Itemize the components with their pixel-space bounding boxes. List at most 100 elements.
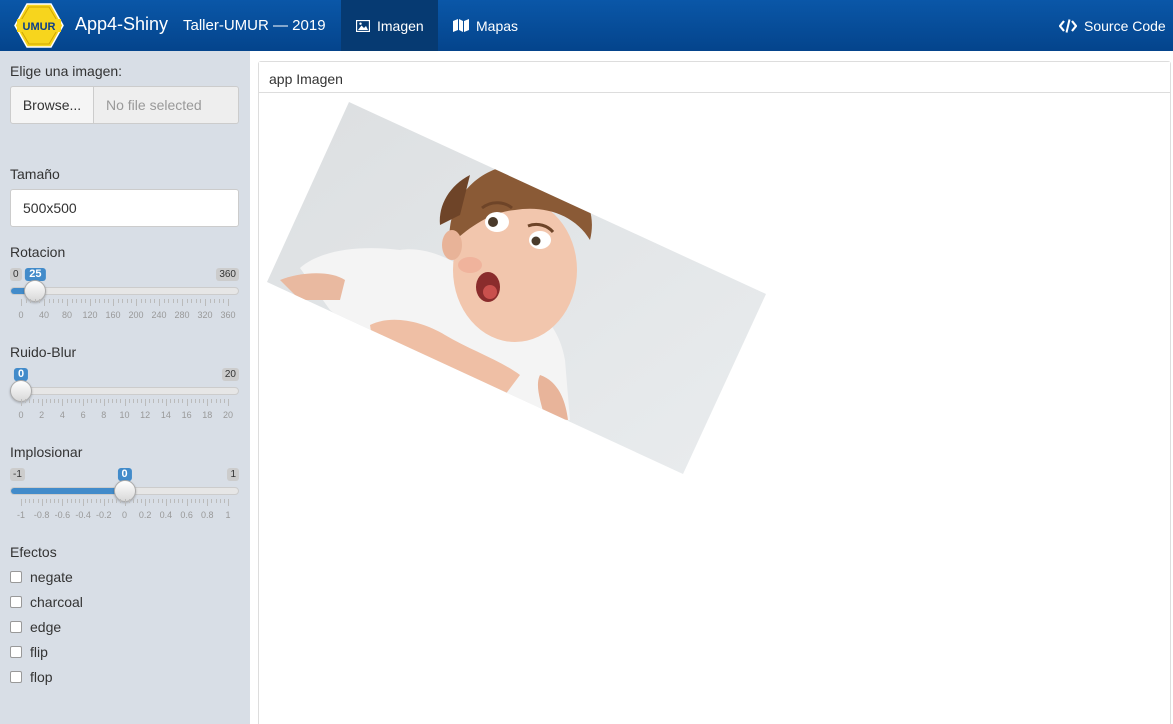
slider-minor-tick bbox=[85, 299, 87, 303]
slider-tick-label: -0.6 bbox=[54, 510, 71, 520]
umur-logo[interactable]: UMUR bbox=[14, 3, 64, 48]
file-name-field[interactable]: No file selected bbox=[94, 86, 239, 124]
slider-tick bbox=[136, 299, 137, 306]
slider-minor-tick bbox=[57, 299, 59, 303]
slider-grid: 0 40 80 120 160 200 240 280 320 360 bbox=[10, 299, 239, 320]
slider-tick bbox=[67, 299, 68, 306]
slider-minor-tick bbox=[215, 499, 217, 503]
slider-minor-tick bbox=[209, 299, 211, 303]
slider-minor-tick bbox=[168, 299, 170, 303]
slider-minor-tick bbox=[122, 299, 124, 303]
implode-slider[interactable]: -1 1 0 -1 -0.8 -0.6 -0.4 -0.2 0 0.2 0.4 0.6 0.8 1 bbox=[10, 468, 239, 528]
effect-label: negate bbox=[30, 569, 73, 585]
slider-minor-tick bbox=[112, 399, 114, 403]
app-title[interactable]: App4-Shiny bbox=[75, 14, 168, 35]
slider-tick bbox=[103, 399, 105, 406]
slider-grid: -1 -0.8 -0.6 -0.4 -0.2 0 0.2 0.4 0.6 0.8 1 bbox=[10, 499, 239, 520]
slider-minor-tick bbox=[200, 299, 202, 303]
app-subtitle: Taller-UMUR — 2019 bbox=[183, 17, 326, 34]
slider-minor-tick bbox=[120, 499, 122, 503]
size-label: Tamaño bbox=[10, 166, 60, 182]
effects-label: Efectos bbox=[10, 544, 57, 560]
slider-minor-tick bbox=[87, 499, 89, 503]
slider-minor-tick bbox=[94, 299, 96, 303]
flop-checkbox[interactable] bbox=[10, 671, 22, 683]
slider-minor-tick bbox=[103, 299, 105, 303]
effect-negate[interactable]: negate bbox=[10, 568, 73, 586]
edge-checkbox[interactable] bbox=[10, 621, 22, 633]
effect-edge[interactable]: edge bbox=[10, 618, 61, 636]
slider-minor-tick bbox=[107, 399, 109, 403]
slider-tick-label: 320 bbox=[197, 310, 213, 320]
slider-minor-tick bbox=[126, 299, 128, 303]
slider-minor-tick bbox=[132, 399, 134, 403]
effect-flip[interactable]: flip bbox=[10, 643, 48, 661]
size-input[interactable] bbox=[10, 189, 239, 227]
slider-minor-tick bbox=[199, 499, 201, 503]
slider-minor-tick bbox=[211, 499, 213, 503]
slider-minor-tick bbox=[219, 399, 221, 403]
effect-flop[interactable]: flop bbox=[10, 668, 53, 686]
slider-minor-tick bbox=[223, 399, 225, 403]
slider-minor-tick bbox=[141, 399, 143, 403]
slider-minor-tick bbox=[178, 399, 180, 403]
effect-label: charcoal bbox=[30, 594, 83, 610]
slider-tick bbox=[165, 499, 167, 506]
source-code-link[interactable]: Source Code bbox=[1059, 0, 1166, 51]
slider-tick-label: 12 bbox=[140, 410, 151, 420]
slider-minor-tick bbox=[161, 399, 163, 403]
charcoal-checkbox[interactable] bbox=[10, 596, 22, 608]
slider-minor-tick bbox=[37, 399, 39, 403]
slider-minor-tick bbox=[45, 399, 47, 403]
slider-minor-tick bbox=[203, 399, 205, 403]
negate-checkbox[interactable] bbox=[10, 571, 22, 583]
slider-minor-tick bbox=[141, 499, 143, 503]
slider-minor-tick bbox=[99, 299, 101, 303]
slider-minor-tick bbox=[153, 499, 155, 503]
slider-minor-tick bbox=[74, 399, 76, 403]
slider-tick-label: 280 bbox=[174, 310, 190, 320]
slider-tick-label: 0 bbox=[18, 310, 24, 320]
slider-tick bbox=[21, 299, 22, 306]
slider-tick-label: -0.2 bbox=[96, 510, 112, 520]
slider-tick bbox=[83, 499, 85, 506]
effect-charcoal[interactable]: charcoal bbox=[10, 593, 83, 611]
slider-minor-tick bbox=[190, 399, 192, 403]
slider-tick bbox=[145, 399, 147, 406]
slider-tick bbox=[21, 399, 22, 406]
slider-minor-tick bbox=[211, 399, 213, 403]
slider-tick-label: 0.4 bbox=[159, 510, 173, 520]
slider-tick bbox=[113, 299, 114, 306]
tab-mapas[interactable]: Mapas bbox=[438, 0, 533, 51]
slider-minor-tick bbox=[157, 499, 159, 503]
slider-minor-tick bbox=[37, 499, 39, 503]
slider-minor-tick bbox=[195, 299, 197, 303]
slider-minor-tick bbox=[186, 299, 188, 303]
slider-tick-label: 14 bbox=[160, 410, 171, 420]
tab-imagen[interactable]: Imagen bbox=[341, 0, 438, 51]
slider-minor-tick bbox=[163, 299, 165, 303]
slider-minor-tick bbox=[203, 499, 205, 503]
slider-minor-tick bbox=[39, 299, 41, 303]
browse-button[interactable]: Browse... bbox=[10, 86, 94, 124]
slider-minor-tick bbox=[120, 399, 122, 403]
slider-minor-tick bbox=[66, 499, 68, 503]
slider-track[interactable] bbox=[10, 387, 239, 395]
rotation-slider[interactable]: 0 360 25 0 40 80 120 160 200 240 280 320 360 bbox=[10, 268, 239, 328]
slider-minor-tick bbox=[78, 399, 80, 403]
slider-minor-tick bbox=[145, 299, 147, 303]
slider-tick bbox=[228, 299, 229, 306]
flip-checkbox[interactable] bbox=[10, 646, 22, 658]
blur-slider[interactable]: 20 0 0 2 4 6 8 10 12 14 16 18 20 bbox=[10, 368, 239, 428]
slider-tick-label: 20 bbox=[222, 410, 234, 420]
blur-label: Ruido-Blur bbox=[10, 344, 77, 360]
slider-minor-tick bbox=[191, 299, 193, 303]
slider-minor-tick bbox=[170, 499, 172, 503]
slider-tick-label: 1 bbox=[225, 510, 231, 520]
slider-minor-tick bbox=[128, 499, 130, 503]
slider-tick-label: 2 bbox=[39, 410, 45, 420]
slider-minor-tick bbox=[95, 499, 97, 503]
image-panel: app Imagen bbox=[258, 61, 1171, 724]
slider-minor-tick bbox=[154, 299, 156, 303]
slider-minor-tick bbox=[99, 399, 101, 403]
